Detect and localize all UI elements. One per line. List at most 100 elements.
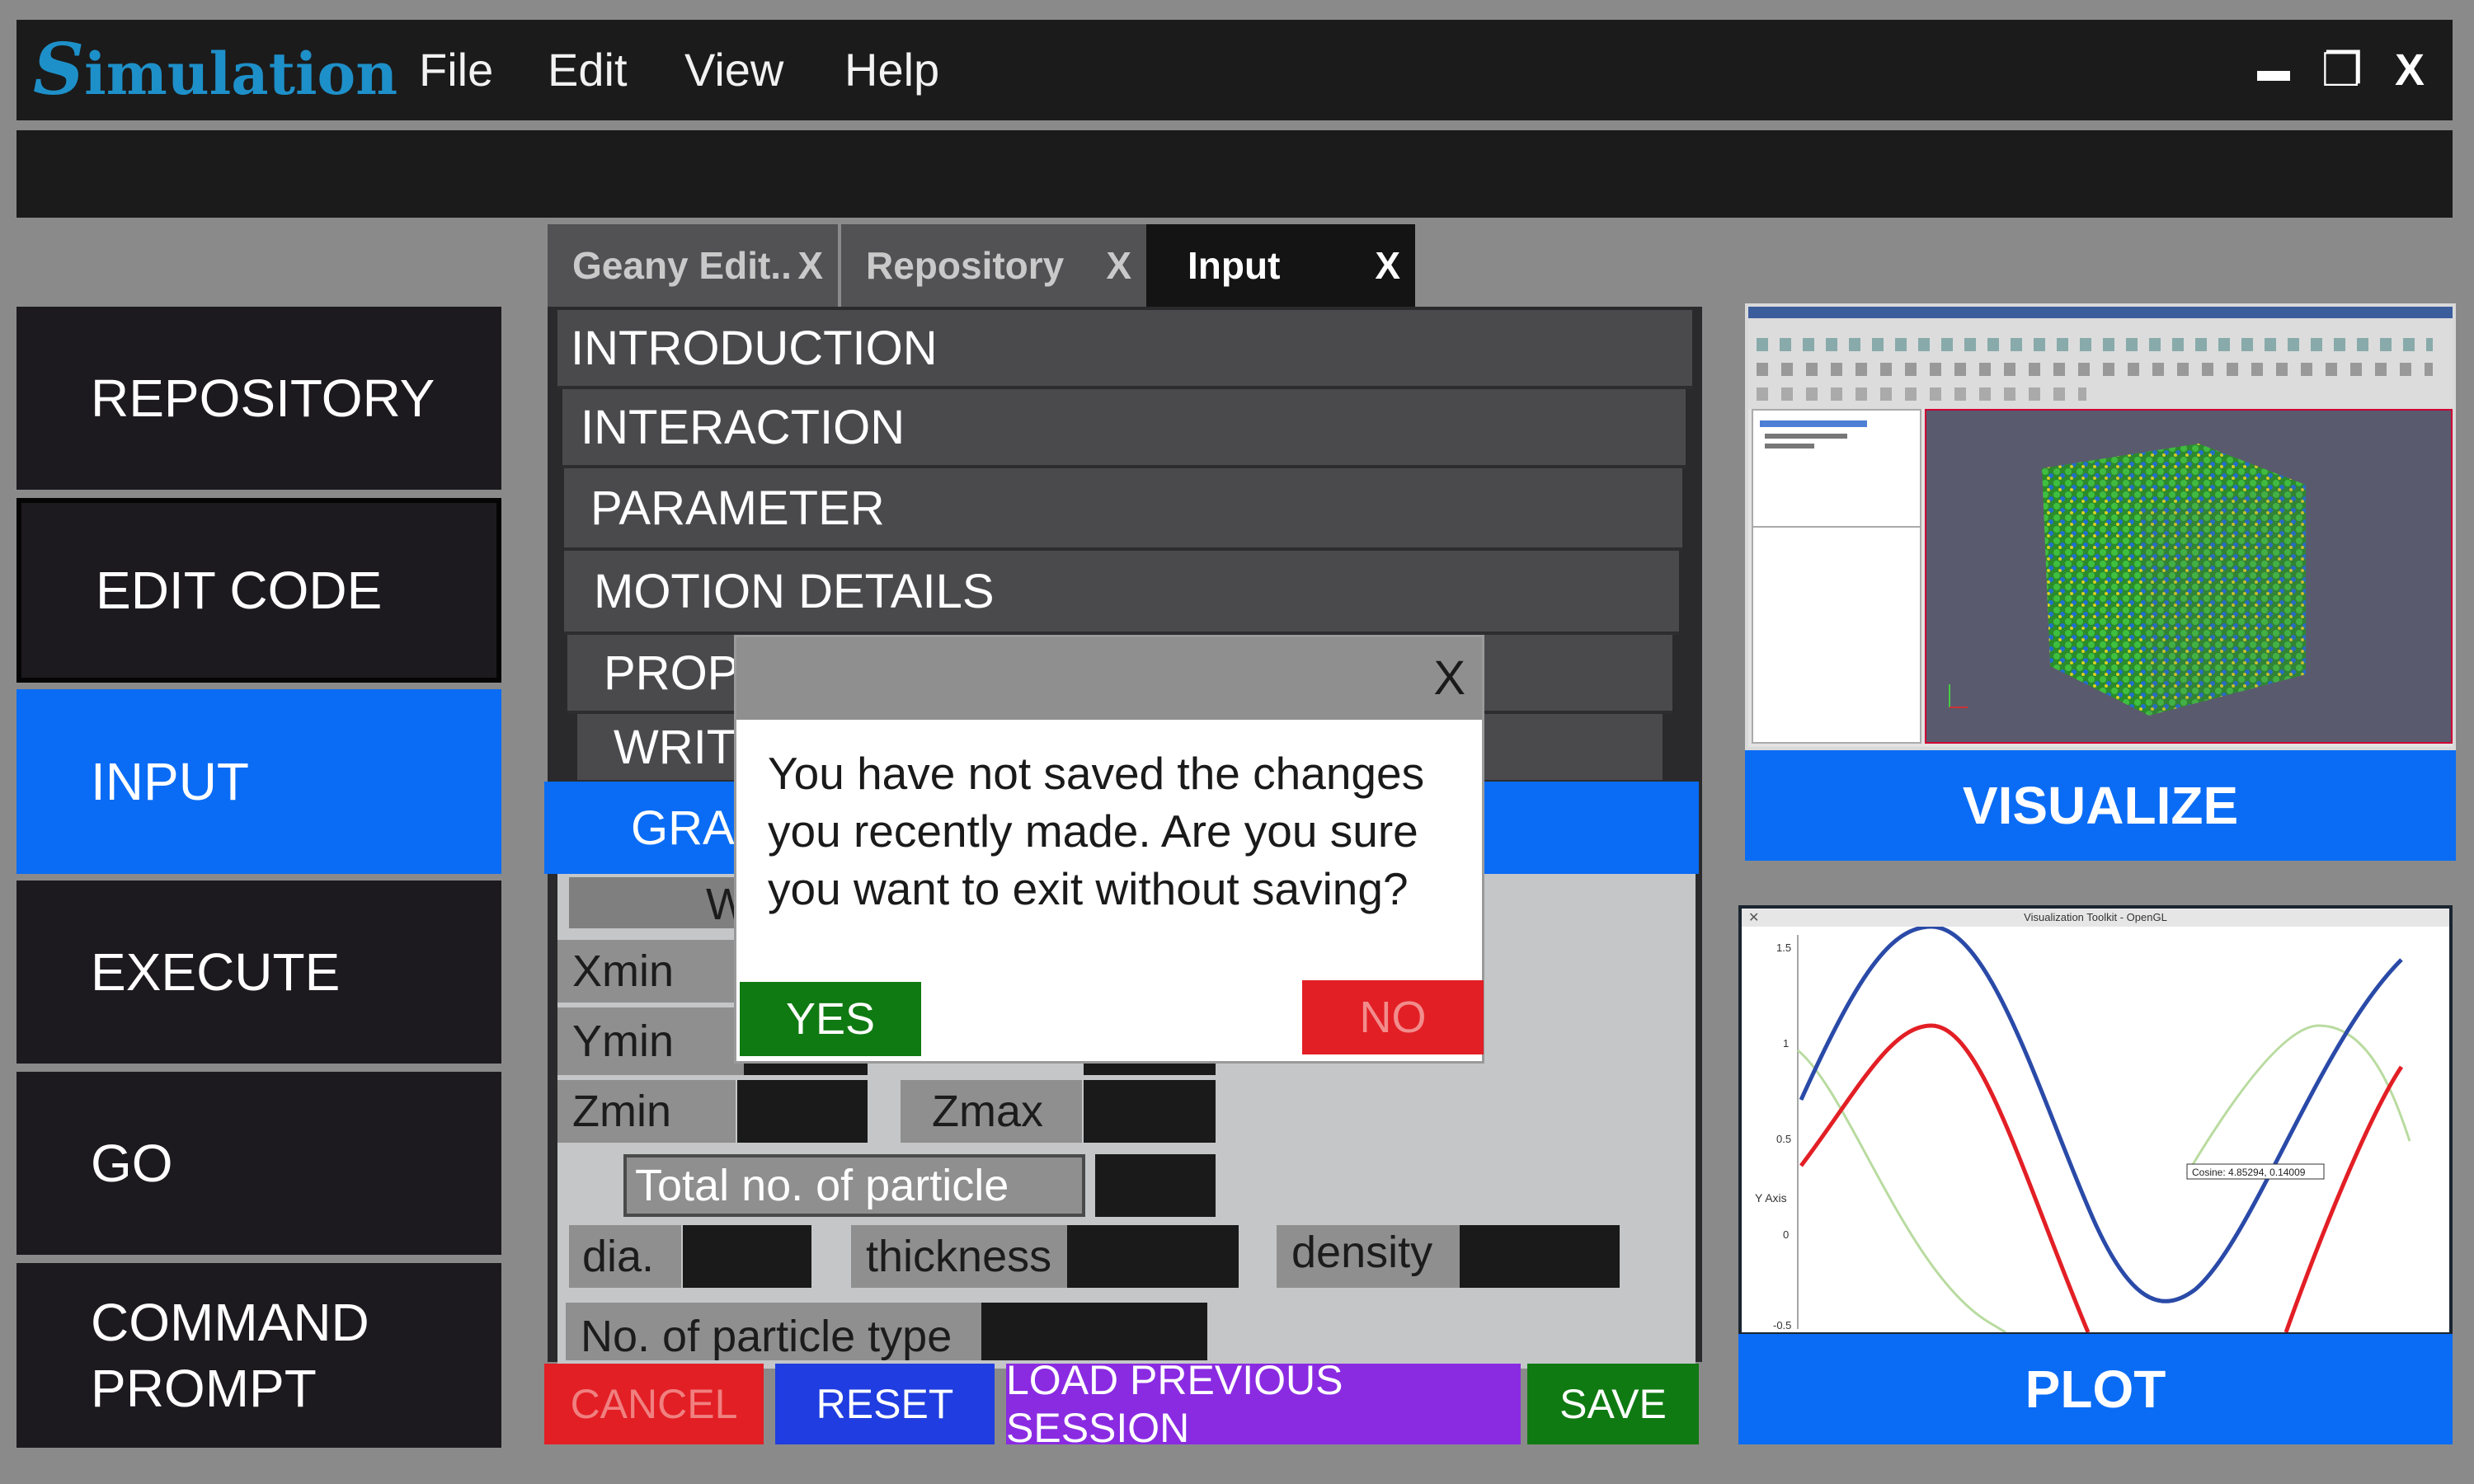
- series-cosine: [1799, 927, 2403, 1303]
- sidebar-item-execute[interactable]: EXECUTE: [16, 881, 501, 1064]
- axes-icon: [1949, 684, 1968, 708]
- y-tick: 1.5: [1776, 942, 1791, 954]
- section-label: GRAI: [631, 801, 748, 855]
- zmin-label: Zmin: [557, 1080, 736, 1143]
- series-sine-light: [2185, 1024, 2411, 1175]
- dia-input[interactable]: [683, 1225, 811, 1288]
- section-introduction[interactable]: INTRODUCTION: [557, 310, 1692, 389]
- xmin-label: Xmin: [557, 940, 744, 1003]
- dialog-header: [736, 637, 1482, 720]
- tab-repository[interactable]: Repository X: [841, 224, 1146, 307]
- y-axis-label: Y Axis: [1755, 1191, 1787, 1205]
- render-view: [1925, 409, 2453, 744]
- app-logo: Simulation: [33, 28, 398, 111]
- particle-type-input[interactable]: [981, 1303, 1207, 1360]
- section-label: WRIT: [614, 720, 736, 774]
- viz-titlebar: [1748, 307, 2453, 318]
- section-label: MOTION DETAILS: [594, 564, 995, 618]
- sidebar-item-label: REPOSITORY: [91, 369, 435, 428]
- thickness-label: thickness: [851, 1225, 1067, 1288]
- section-motion-details[interactable]: MOTION DETAILS: [564, 551, 1679, 635]
- sidebar-item-go[interactable]: GO: [16, 1072, 501, 1255]
- ymax-input[interactable]: [1084, 1064, 1216, 1075]
- sidebar-item-label: EXECUTE: [91, 942, 341, 1002]
- cancel-button[interactable]: CANCEL: [544, 1364, 764, 1444]
- toolbar-icons: [1757, 338, 2433, 351]
- total-particle-label: Total no. of particle: [623, 1154, 1085, 1217]
- thickness-input[interactable]: [1067, 1225, 1239, 1288]
- sidebar-item-repository[interactable]: REPOSITORY: [16, 307, 501, 490]
- series-sine-red: [1799, 1023, 2091, 1332]
- pipeline-browser: [1752, 409, 1921, 744]
- section-label: PROP: [604, 646, 740, 700]
- menu-view[interactable]: View: [684, 20, 783, 120]
- y-tick: 0: [1783, 1228, 1789, 1241]
- density-input[interactable]: [1460, 1225, 1620, 1288]
- section-parameter[interactable]: PARAMETER: [564, 468, 1682, 551]
- reset-button[interactable]: RESET: [775, 1364, 995, 1444]
- maximize-icon[interactable]: ❐: [2317, 20, 2367, 120]
- minimize-icon[interactable]: ▬: [2253, 20, 2294, 120]
- tab-input[interactable]: Input X: [1146, 224, 1415, 307]
- sidebar-item-label: GO: [91, 1134, 173, 1193]
- particle-type-label: No. of particle type: [566, 1303, 981, 1361]
- no-button[interactable]: NO: [1302, 980, 1484, 1054]
- unsaved-changes-dialog: X You have not saved the changes you rec…: [734, 635, 1484, 1064]
- tab-label: Repository: [866, 244, 1065, 287]
- load-session-button[interactable]: LOAD PREVIOUS SESSION: [1006, 1357, 1521, 1451]
- menu-help[interactable]: Help: [844, 20, 939, 120]
- plot-window-title: Visualization Toolkit - OpenGL: [1742, 909, 2449, 927]
- tab-close-icon[interactable]: X: [1375, 224, 1400, 307]
- sidebar-item-input[interactable]: INPUT: [16, 689, 501, 874]
- tab-label: Input: [1188, 244, 1281, 287]
- sidebar-item-command-prompt[interactable]: COMMAND PROMPT: [16, 1263, 501, 1448]
- section-interaction[interactable]: INTERACTION: [562, 389, 1686, 468]
- tab-geany-editor[interactable]: Geany Edit.. X: [548, 224, 838, 307]
- tab-close-icon[interactable]: X: [1106, 224, 1131, 307]
- toolbar: [16, 130, 2453, 218]
- y-tick: 1: [1783, 1037, 1789, 1050]
- ymin-label: Ymin: [557, 1007, 744, 1075]
- sidebar-item-label: EDIT CODE: [96, 561, 383, 620]
- toolbar-icons: [1757, 387, 2086, 401]
- zmax-input[interactable]: [1084, 1080, 1216, 1143]
- tab-label: Geany Edit..: [572, 244, 792, 287]
- menu-file[interactable]: File: [419, 20, 493, 120]
- plot-canvas: Y Axis 1.5 1 0.5 0 -0.5 Cosine: 4.85294,…: [1755, 927, 2411, 1332]
- panel-divider: [1753, 526, 1920, 528]
- ymin-input[interactable]: [744, 1064, 868, 1075]
- density-label: density: [1277, 1225, 1460, 1288]
- plot-thumbnail[interactable]: Visualization Toolkit - OpenGL ✕ Y Axis …: [1738, 905, 2453, 1336]
- section-label: PARAMETER: [590, 481, 885, 535]
- visualization-thumbnail[interactable]: [1745, 303, 2456, 750]
- sidebar-item-label: COMMAND PROMPT: [91, 1293, 369, 1418]
- section-label: INTERACTION: [581, 400, 905, 454]
- viz-toolbar: [1748, 318, 2453, 409]
- tab-close-icon[interactable]: X: [797, 224, 823, 307]
- save-button[interactable]: SAVE: [1527, 1364, 1699, 1444]
- menu-edit[interactable]: Edit: [548, 20, 628, 120]
- zmax-label: Zmax: [901, 1080, 1082, 1143]
- plot-tooltip: Cosine: 4.85294, 0.14009: [2192, 1167, 2306, 1178]
- pipeline-item: [1760, 420, 1867, 427]
- y-tick: 0.5: [1776, 1133, 1791, 1145]
- y-tick: -0.5: [1773, 1319, 1791, 1331]
- pipeline-item: [1765, 444, 1814, 448]
- plot-button[interactable]: PLOT: [1738, 1334, 2453, 1444]
- sidebar-item-edit-code[interactable]: EDIT CODE: [16, 498, 501, 683]
- visualize-button[interactable]: VISUALIZE: [1745, 750, 2456, 861]
- series-sine-light: [1797, 1049, 2006, 1332]
- zmin-input[interactable]: [737, 1080, 868, 1143]
- pipeline-item: [1765, 434, 1847, 439]
- title-bar: Simulation File Edit View Help ▬ ❐ X: [16, 20, 2453, 120]
- dialog-message: You have not saved the changes you recen…: [768, 748, 1425, 914]
- yes-button[interactable]: YES: [740, 982, 921, 1056]
- close-icon[interactable]: X: [2385, 20, 2434, 120]
- total-particle-input[interactable]: [1095, 1154, 1216, 1217]
- plot-close-icon[interactable]: ✕: [1748, 912, 1759, 925]
- dialog-close-icon[interactable]: X: [1433, 637, 1465, 720]
- sidebar-item-label: INPUT: [91, 752, 249, 811]
- dia-label: dia.: [569, 1225, 681, 1288]
- section-label: INTRODUCTION: [571, 321, 938, 375]
- particle-cube-render: [1949, 444, 2306, 716]
